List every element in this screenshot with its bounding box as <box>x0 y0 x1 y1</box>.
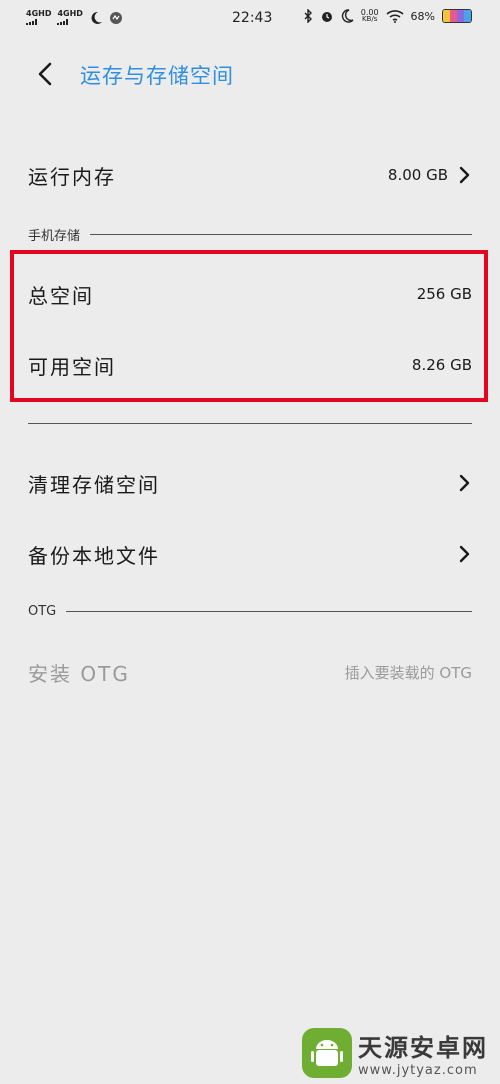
section-phone-storage: 手机存储 <box>28 225 472 244</box>
backup-files-label: 备份本地文件 <box>28 543 160 568</box>
divider <box>28 423 472 424</box>
section-divider <box>90 234 472 235</box>
backup-files-row[interactable]: 备份本地文件 <box>28 534 472 574</box>
chevron-right-icon <box>459 474 470 492</box>
status-bar: 4GHD 4GHD 22:43 0.00 KB/s 68% <box>0 0 500 36</box>
app-notification-icon <box>109 11 122 24</box>
back-arrow-icon[interactable] <box>34 60 60 88</box>
ram-value: 8.00 GB <box>387 166 448 184</box>
net-type-2: 4GHD <box>57 9 83 18</box>
section-title-phone-storage: 手机存储 <box>28 229 81 244</box>
battery-percent: 68% <box>410 9 435 23</box>
do-not-disturb-moon-icon <box>341 9 354 23</box>
watermark-url: www.jytyaz.com <box>358 1063 478 1078</box>
moon-icon <box>91 11 102 24</box>
install-otg-row: 安装 OTG 插入要装载的 OTG <box>28 652 472 692</box>
watermark-title: 天源安卓网 <box>358 1034 488 1062</box>
status-left: 4GHD 4GHD <box>26 10 123 25</box>
highlight-box <box>10 250 488 402</box>
android-icon <box>311 1040 343 1066</box>
install-otg-hint: 插入要装载的 OTG <box>344 663 472 682</box>
speed-unit: KB/s <box>361 15 378 23</box>
section-title-otg: OTG <box>28 604 57 619</box>
status-right: 0.00 KB/s 68% <box>303 9 472 23</box>
signal-2-icon: 4GHD <box>57 9 83 25</box>
watermark: 天源安卓网 www.jytyaz.com <box>302 1028 488 1078</box>
ram-label: 运行内存 <box>28 164 116 189</box>
clean-storage-label: 清理存储空间 <box>28 472 160 497</box>
header: 运存与存储空间 <box>0 52 500 96</box>
page-title: 运存与存储空间 <box>80 64 234 88</box>
install-otg-label: 安装 OTG <box>28 661 130 686</box>
chevron-right-icon <box>459 545 470 563</box>
clock: 22:43 <box>232 10 273 26</box>
net-type-1: 4GHD <box>26 9 52 18</box>
network-speed: 0.00 KB/s <box>361 9 379 23</box>
ram-row[interactable]: 运行内存 8.00 GB <box>28 155 472 195</box>
watermark-logo-icon <box>302 1028 352 1078</box>
bluetooth-icon <box>304 9 312 23</box>
chevron-right-icon <box>459 166 470 184</box>
watermark-text: 天源安卓网 www.jytyaz.com <box>358 1028 488 1078</box>
wifi-icon <box>386 10 404 23</box>
signal-1-icon: 4GHD <box>26 10 51 25</box>
alarm-icon <box>321 12 332 22</box>
battery-icon <box>442 9 472 23</box>
clean-storage-row[interactable]: 清理存储空间 <box>28 463 472 503</box>
section-otg: OTG <box>28 604 472 619</box>
section-divider <box>66 611 472 612</box>
ram-value-group: 8.00 GB <box>388 166 472 184</box>
